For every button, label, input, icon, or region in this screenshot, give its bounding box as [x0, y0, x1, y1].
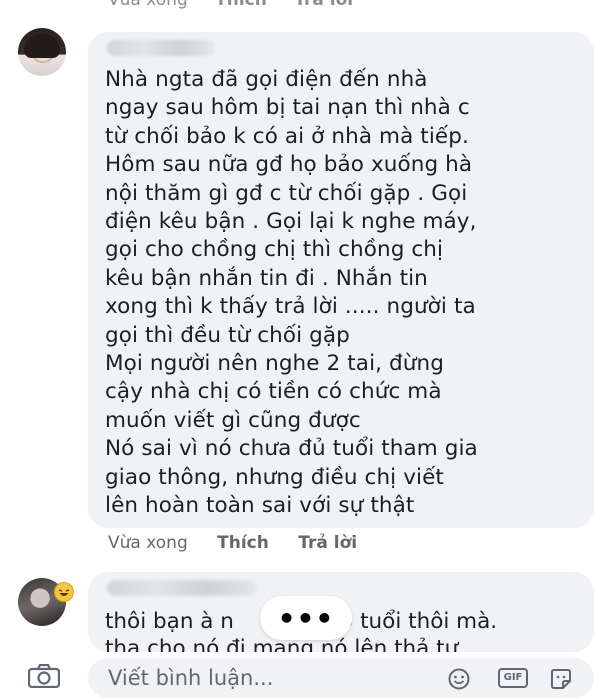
comment-line: nội thăm gì gđ c từ chối gặp . Gọi	[105, 180, 468, 206]
sticker-icon[interactable]	[550, 668, 572, 694]
timestamp: Vừa xong	[108, 0, 188, 10]
typing-indicator: •••	[260, 596, 352, 640]
laughing-emoji-icon	[54, 582, 74, 602]
comment-line: gọi cho chồng chị thì chồng chị	[105, 237, 444, 263]
blurred-commenter-name[interactable]	[107, 580, 257, 596]
comment-line: tha cho nó đi mang nó lên thả tự	[105, 636, 459, 652]
comment-actions: Vừa xong Thích Trả lời	[108, 533, 381, 553]
comment-line: giao thông, nhưng điều chị viết	[105, 464, 444, 490]
reply-link[interactable]: Trả lời	[298, 533, 357, 553]
comment-line: Hôm sau nữa gđ họ bảo xuống hà	[105, 152, 473, 178]
comment-line: Nhà ngta đã gọi điện đến nhà	[105, 67, 428, 92]
gif-icon[interactable]: GIF	[498, 668, 528, 688]
comment-bubble: Nhà ngta đã gọi điện đến nhà ngay sau hô…	[88, 32, 594, 528]
comment-line: gọi thì đều từ chối gặp	[105, 322, 350, 348]
comment-line: lên hoàn toàn sai với sự thật	[105, 493, 415, 519]
camera-icon[interactable]	[27, 663, 61, 689]
comment-input-placeholder: Viết bình luận...	[108, 666, 274, 690]
comment-line: ngay sau hôm bị tai nạn thì nhà c	[105, 95, 470, 121]
comment-line: cậy nhà chị có tiền có chức mà	[105, 379, 442, 405]
comment-line: điện kêu bận . Gọi lại k nghe máy,	[105, 209, 477, 235]
comment-line: Mọi người nên nghe 2 tai, đừng	[105, 351, 444, 377]
comment-line: từ chối bảo k có ai ở nhà mà tiếp.	[105, 123, 469, 149]
comment-input[interactable]: Viết bình luận... GIF	[88, 658, 594, 698]
blurred-commenter-name[interactable]	[107, 40, 215, 56]
comment-line: Nó sai vì nó chưa đủ tuổi tham gia	[105, 436, 478, 462]
avatar[interactable]	[18, 28, 66, 76]
previous-comment-actions: Vừa xong Thích Trả lời	[108, 0, 375, 12]
like-link[interactable]: Thích	[217, 533, 269, 553]
comment-text: thôi bạn à n	[105, 609, 234, 634]
comment-line: kêu bận nhắn tin đi . Nhắn tin	[105, 265, 428, 291]
comment-line: muốn viết gì cũng được	[105, 407, 361, 433]
reply-link[interactable]: Trả lời	[294, 0, 353, 10]
comment-line: xong thì k thấy trả lời ..... người ta	[105, 294, 476, 320]
emoji-icon[interactable]	[448, 668, 470, 694]
comment-composer: Viết bình luận... GIF	[0, 652, 600, 700]
timestamp: Vừa xong	[108, 533, 188, 553]
like-link[interactable]: Thích	[215, 0, 267, 10]
